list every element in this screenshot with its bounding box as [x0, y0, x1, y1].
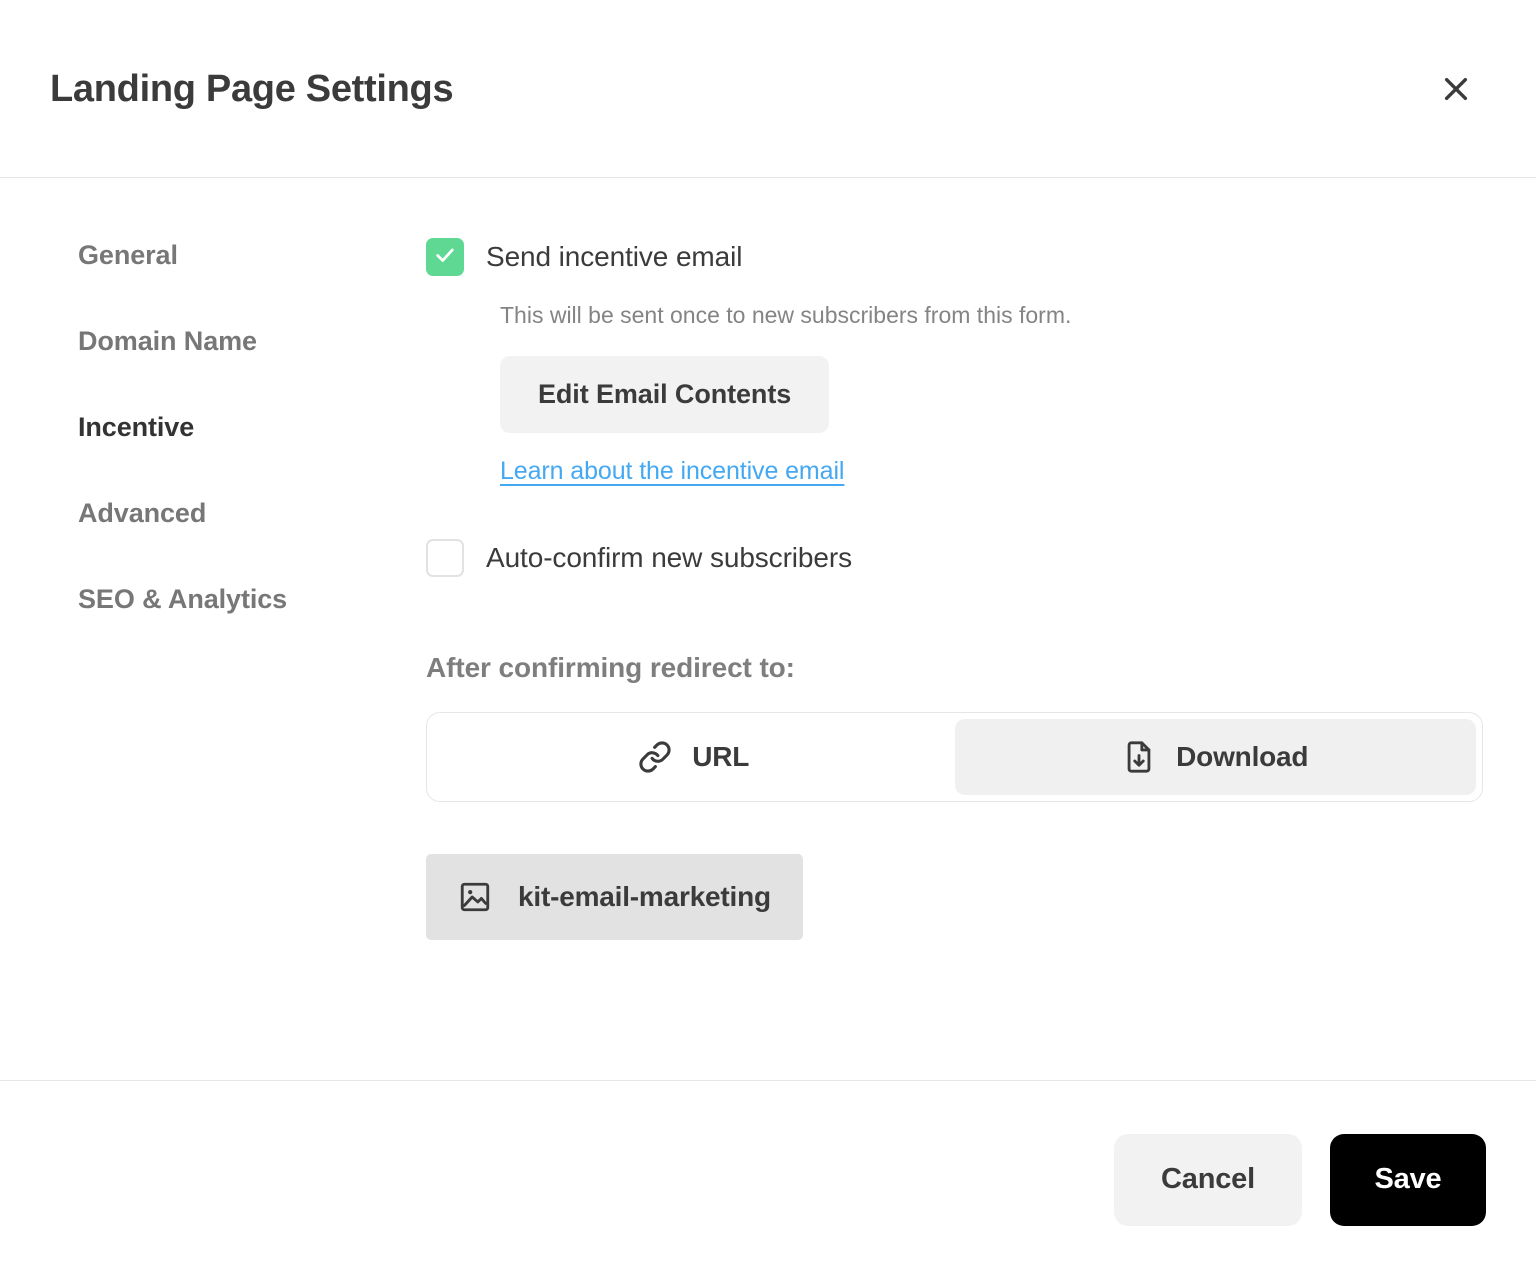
modal-footer: Cancel Save: [0, 1080, 1536, 1278]
cancel-button[interactable]: Cancel: [1114, 1133, 1302, 1226]
selected-file-name: kit-email-marketing: [518, 880, 771, 912]
redirect-option-url[interactable]: URL: [433, 719, 955, 795]
link-icon: [638, 740, 672, 774]
redirect-option-download[interactable]: Download: [954, 718, 1476, 795]
send-incentive-email-checkbox[interactable]: [426, 238, 464, 276]
redirect-option-url-label: URL: [692, 740, 750, 772]
sidebar-item-general[interactable]: General: [50, 242, 178, 269]
redirect-option-download-label: Download: [1176, 740, 1309, 772]
page-title: Landing Page Settings: [50, 67, 454, 110]
incentive-email-help-text: This will be sent once to new subscriber…: [500, 302, 1072, 328]
sidebar-item-incentive[interactable]: Incentive: [50, 414, 194, 441]
edit-email-contents-button[interactable]: Edit Email Contents: [500, 355, 830, 433]
redirect-heading: After confirming redirect to:: [426, 651, 795, 683]
modal-body: General Domain Name Incentive Advanced S…: [0, 178, 1536, 1080]
image-icon: [458, 880, 492, 914]
close-button[interactable]: [1428, 61, 1484, 117]
close-icon: [1440, 73, 1472, 105]
modal-header: Landing Page Settings: [0, 0, 1536, 178]
incentive-settings-panel: Send incentive email This will be sent o…: [402, 238, 1486, 1080]
save-button[interactable]: Save: [1330, 1133, 1486, 1226]
sidebar-item-domain-name[interactable]: Domain Name: [50, 328, 257, 355]
file-download-icon: [1122, 740, 1156, 774]
redirect-type-segmented-control: URL Download: [426, 711, 1483, 802]
landing-page-settings-modal: Landing Page Settings General Domain Nam…: [0, 0, 1536, 1278]
settings-sidebar: General Domain Name Incentive Advanced S…: [50, 238, 402, 1080]
check-icon: [434, 244, 456, 271]
sidebar-item-advanced[interactable]: Advanced: [50, 500, 206, 527]
auto-confirm-row: Auto-confirm new subscribers: [426, 538, 1486, 577]
selected-file-chip[interactable]: kit-email-marketing: [426, 853, 803, 940]
send-incentive-email-label[interactable]: Send incentive email: [486, 243, 742, 271]
auto-confirm-label[interactable]: Auto-confirm new subscribers: [486, 543, 852, 572]
learn-about-incentive-email-link[interactable]: Learn about the incentive email: [500, 457, 844, 486]
sidebar-item-seo-analytics[interactable]: SEO & Analytics: [50, 586, 287, 613]
auto-confirm-checkbox[interactable]: [426, 538, 464, 577]
send-incentive-email-row: Send incentive email: [426, 238, 1486, 276]
